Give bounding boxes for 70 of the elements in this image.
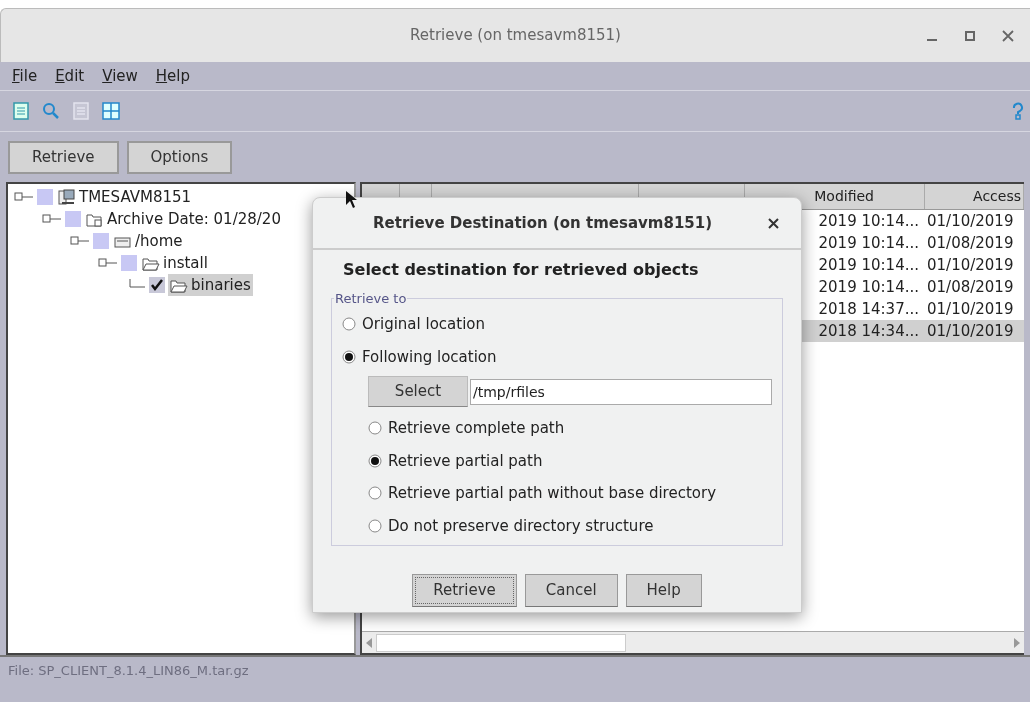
radio-button[interactable] — [368, 453, 382, 468]
radio-label[interactable]: Following location — [362, 345, 497, 368]
toolbar-button[interactable]: Retrieve — [8, 140, 119, 174]
scroll-right-icon[interactable] — [1014, 637, 1020, 648]
scrollbar-thumb[interactable] — [376, 633, 626, 652]
path-field[interactable]: /tmp/rfiles — [470, 378, 772, 405]
checkbox[interactable] — [149, 277, 165, 293]
table-cell-text: 01/10/2019 — [926, 320, 1014, 342]
tree-line-icon — [126, 279, 146, 291]
radio-label[interactable]: Retrieve partial path without base directory — [388, 482, 716, 505]
radio-label[interactable]: Retrieve complete path — [388, 417, 565, 440]
dialog-button[interactable]: Help — [625, 574, 702, 607]
checkbox[interactable] — [93, 233, 109, 249]
table-cell-text: 01/10/2019 — [926, 210, 1014, 232]
table-cell-text: 2018 14:37... — [817, 298, 920, 320]
checkbox[interactable] — [65, 211, 81, 227]
expander-icon[interactable] — [14, 192, 34, 202]
table-cell-text: 2019 10:14... — [817, 210, 920, 232]
table-cell-text: 01/10/2019 — [926, 298, 1014, 320]
radio-label[interactable]: Do not preserve directory structure — [388, 514, 654, 537]
folder-icon — [170, 277, 188, 293]
tree-item[interactable]: Archive Date: 01/28/20 — [84, 207, 283, 231]
menu-item[interactable]: Edit — [55, 64, 85, 88]
search-icon[interactable] — [42, 102, 60, 120]
dialog-button[interactable]: Retrieve — [412, 574, 517, 607]
dialog-button[interactable]: Cancel — [524, 574, 618, 607]
grid-icon[interactable] — [102, 102, 120, 120]
tree-item[interactable]: binaries — [168, 273, 253, 297]
radio-label[interactable]: Retrieve partial path — [388, 449, 543, 472]
radio-button[interactable] — [342, 317, 356, 332]
dialog-title: Retrieve Destination (on tmesavm8151) — [373, 212, 713, 234]
table-cell-text: 01/08/2019 — [926, 276, 1014, 298]
column-header[interactable]: Access — [925, 184, 1024, 209]
maximize-icon[interactable] — [964, 29, 976, 42]
folder-icon — [142, 255, 160, 271]
folder-icon — [86, 211, 104, 227]
table-cell-text: 2019 10:14... — [817, 254, 920, 276]
table-cell-text: 2018 14:34... — [817, 320, 920, 342]
table-cell-text: 2019 10:14... — [817, 232, 920, 254]
radio-button[interactable] — [368, 421, 382, 436]
mouse-pointer-icon — [346, 191, 358, 209]
toolbar-button[interactable]: Options — [126, 140, 233, 174]
computer-icon — [58, 189, 76, 205]
window-title: Retrieve (on tmesavm8151) — [410, 25, 621, 47]
radio-label[interactable]: Original location — [362, 313, 485, 336]
tree-item[interactable]: install — [140, 251, 210, 275]
radio-button[interactable] — [368, 518, 382, 533]
document-icon[interactable] — [12, 102, 30, 120]
expander-icon[interactable] — [98, 258, 118, 268]
select-button[interactable]: Select — [368, 376, 468, 407]
checkbox[interactable] — [37, 189, 53, 205]
menu-item[interactable]: Help — [155, 64, 190, 88]
scroll-left-icon[interactable] — [366, 637, 372, 648]
status-text: File: SP_CLIENT_8.1.4_LIN86_M.tar.gz — [8, 662, 249, 680]
expander-icon[interactable] — [42, 214, 62, 224]
close-icon[interactable] — [768, 217, 779, 229]
tree-item[interactable]: TMESAVM8151 — [56, 185, 194, 209]
help-icon[interactable] — [1012, 102, 1024, 120]
horizontal-scrollbar[interactable] — [362, 631, 1024, 653]
radio-button[interactable] — [368, 486, 382, 501]
dialog-heading: Select destination for retrieved objects — [342, 259, 700, 281]
tree-item[interactable]: /home — [112, 229, 185, 253]
menu-item[interactable]: File — [12, 64, 38, 88]
checkbox[interactable] — [121, 255, 137, 271]
table-cell-text: 01/08/2019 — [926, 232, 1014, 254]
radio-button[interactable] — [342, 349, 356, 364]
expander-icon[interactable] — [70, 236, 90, 246]
menu-item[interactable]: View — [102, 64, 138, 88]
table-cell-text: 01/10/2019 — [926, 254, 1014, 276]
table-cell-text: 2019 10:14... — [817, 276, 920, 298]
